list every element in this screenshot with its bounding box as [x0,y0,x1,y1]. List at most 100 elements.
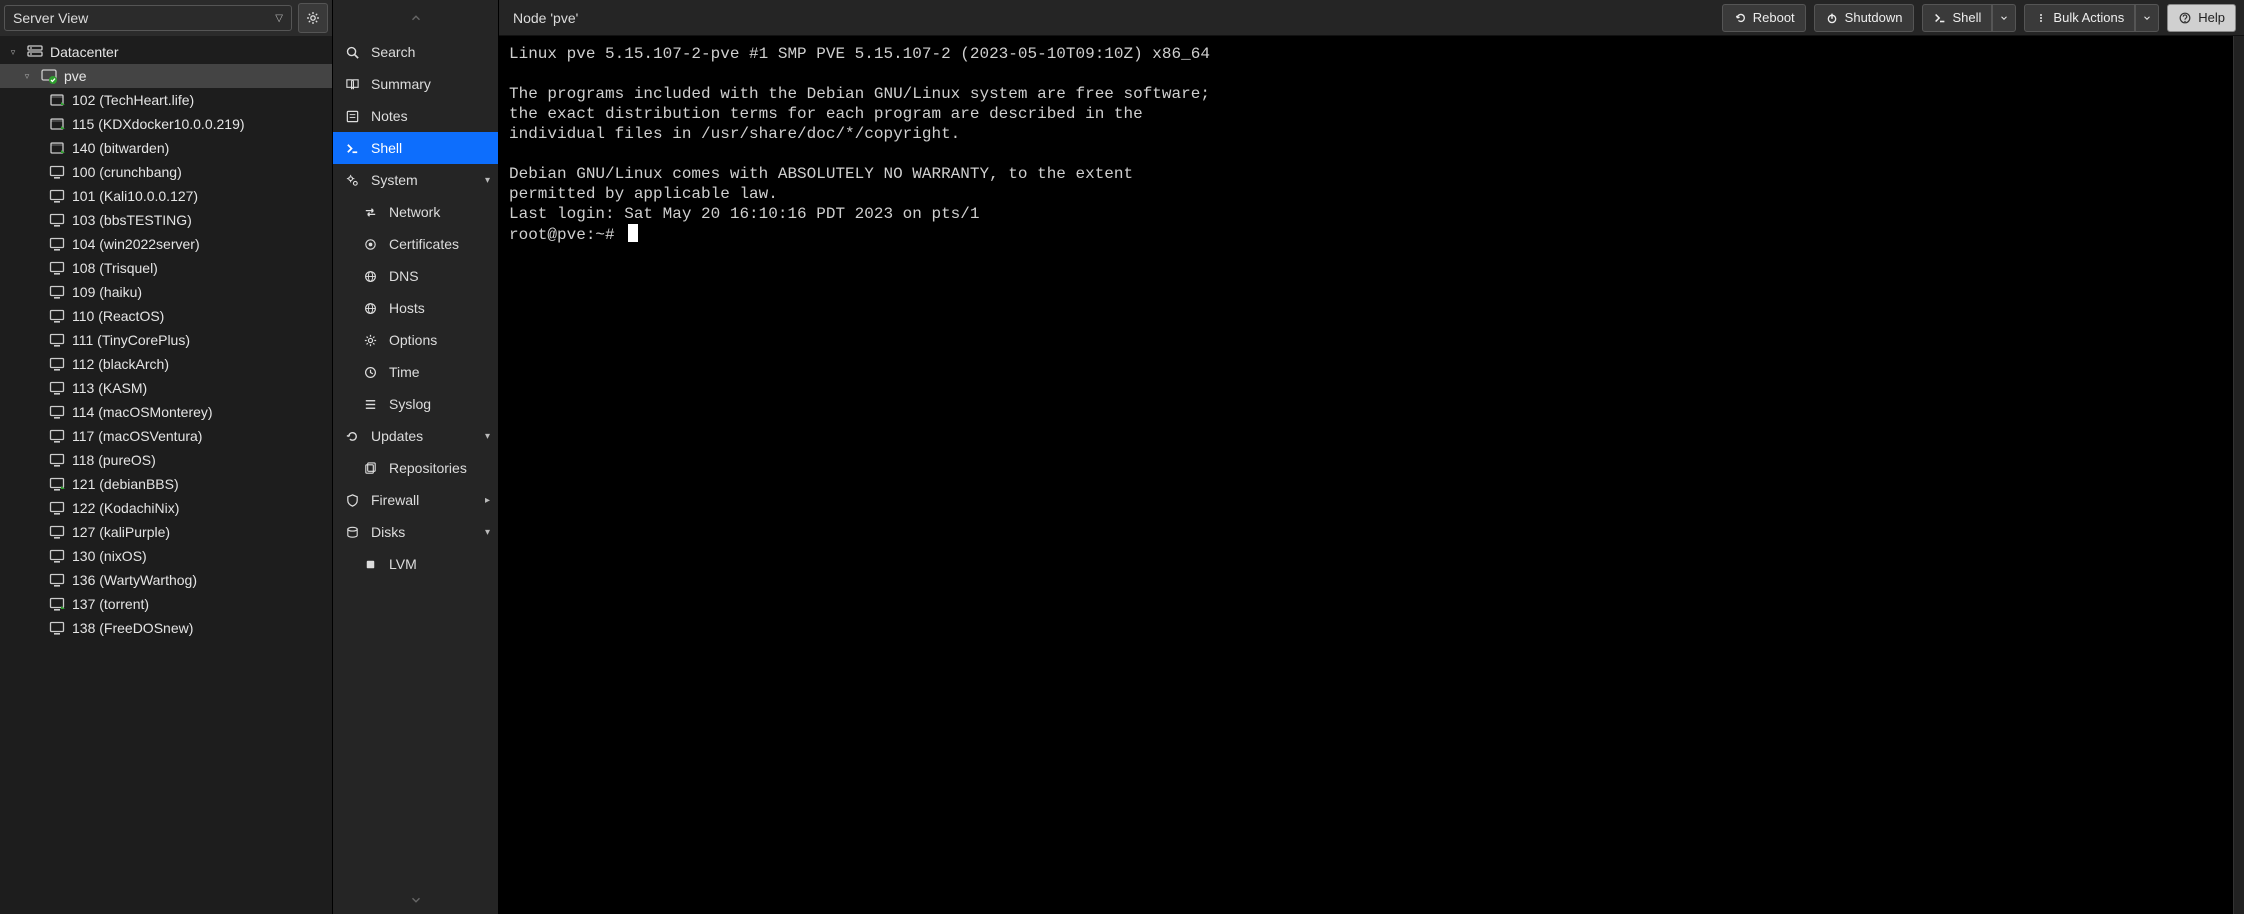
menu-item-updates[interactable]: Updates▾ [333,420,498,452]
tree-label: 118 (pureOS) [72,452,156,468]
menu-collapse-up[interactable] [333,0,498,36]
menu-item-label: Disks [371,524,405,540]
help-button[interactable]: Help [2167,4,2236,32]
shell-button-group: Shell [1922,4,2017,32]
tree-label: 122 (KodachiNix) [72,500,179,516]
shell-dropdown[interactable] [1992,4,2016,32]
menu-item-search[interactable]: Search [333,36,498,68]
chevron-right-icon: ▸ [485,495,490,506]
menu-item-lvm[interactable]: LVM [333,548,498,580]
tree-guest[interactable]: 102 (TechHeart.life) [0,88,332,112]
sidebar-header: Server View ▽ [0,0,332,36]
tree-guest[interactable]: 118 (pureOS) [0,448,332,472]
menu-item-notes[interactable]: Notes [333,100,498,132]
menu-item-shell[interactable]: Shell [333,132,498,164]
view-selector[interactable]: Server View ▽ [4,5,292,31]
tree-guest[interactable]: 104 (win2022server) [0,232,332,256]
menu-collapse-down[interactable] [333,886,498,914]
gears-icon [343,173,361,188]
tree-label: 121 (debianBBS) [72,476,179,492]
tree-guest[interactable]: 115 (KDXdocker10.0.0.219) [0,112,332,136]
list-icon [361,397,379,412]
shell-button[interactable]: Shell [1922,4,1993,32]
chevron-down-icon: ▾ [485,175,490,186]
vm-stopped-icon [48,499,66,517]
menu-item-label: Shell [371,140,402,156]
tree-guest[interactable]: 140 (bitwarden) [0,136,332,160]
menu-item-disks[interactable]: Disks▾ [333,516,498,548]
clock-icon [361,365,379,380]
content-panel: Node 'pve' Reboot Shutdown Shell [499,0,2244,914]
tree-label: pve [64,68,87,84]
vm-running-icon [48,475,66,493]
bulk-actions-dropdown[interactable] [2135,4,2159,32]
vm-stopped-icon [48,355,66,373]
tree-guest[interactable]: 117 (macOSVentura) [0,424,332,448]
help-icon [2178,11,2192,25]
menu-item-dns[interactable]: DNS [333,260,498,292]
tree-guest[interactable]: 101 (Kali10.0.0.127) [0,184,332,208]
tree-guest[interactable]: 103 (bbsTESTING) [0,208,332,232]
tree-guest[interactable]: 114 (macOSMonterey) [0,400,332,424]
resource-tree-panel: Server View ▽ ▿ Datacenter ▿ pve 102 (Te… [0,0,333,914]
menu-item-label: Network [389,204,440,220]
menu-item-time[interactable]: Time [333,356,498,388]
shell-icon [343,141,361,156]
tree-guest[interactable]: 108 (Trisquel) [0,256,332,280]
tree-label: 137 (torrent) [72,596,149,612]
tree-guest[interactable]: 100 (crunchbang) [0,160,332,184]
tree-node-pve[interactable]: ▿ pve [0,64,332,88]
menu-item-certificates[interactable]: Certificates [333,228,498,260]
menu-item-repositories[interactable]: Repositories [333,452,498,484]
refresh-icon [343,429,361,444]
tree-label: 108 (Trisquel) [72,260,158,276]
tree-guest[interactable]: 122 (KodachiNix) [0,496,332,520]
tree-label: 104 (win2022server) [72,236,200,252]
terminal-cursor [628,224,638,242]
tree-label: 101 (Kali10.0.0.127) [72,188,198,204]
tree-guest[interactable]: 138 (FreeDOSnew) [0,616,332,640]
button-label: Reboot [1753,10,1795,25]
tree-label: 100 (crunchbang) [72,164,182,180]
tree-guest[interactable]: 130 (nixOS) [0,544,332,568]
tree-label: 112 (blackArch) [72,356,169,372]
shell-prompt: root@pve:~# [509,226,624,244]
tree-guest[interactable]: 121 (debianBBS) [0,472,332,496]
menu-item-network[interactable]: Network [333,196,498,228]
tree-guest[interactable]: 137 (torrent) [0,592,332,616]
swap-icon [361,205,379,220]
menu-item-options[interactable]: Options [333,324,498,356]
menu-item-summary[interactable]: Summary [333,68,498,100]
tree-label: 110 (ReactOS) [72,308,164,324]
tree-label: 140 (bitwarden) [72,140,169,156]
menu-item-label: Repositories [389,460,467,476]
square-icon [361,557,379,572]
menu-item-syslog[interactable]: Syslog [333,388,498,420]
tree-guest[interactable]: 109 (haiku) [0,280,332,304]
shell-terminal[interactable]: Linux pve 5.15.107-2-pve #1 SMP PVE 5.15… [499,36,2234,914]
tree-settings-button[interactable] [298,3,328,33]
tree-guest[interactable]: 110 (ReactOS) [0,304,332,328]
tree-guest[interactable]: 112 (blackArch) [0,352,332,376]
menu-item-label: Summary [371,76,431,92]
tree-guest[interactable]: 111 (TinyCorePlus) [0,328,332,352]
bulk-actions-button-group: Bulk Actions [2024,4,2159,32]
bulk-actions-button[interactable]: Bulk Actions [2024,4,2135,32]
menu-item-hosts[interactable]: Hosts [333,292,498,324]
files-icon [361,461,379,476]
expand-toggle-icon[interactable]: ▿ [6,47,20,58]
tree-guest[interactable]: 113 (KASM) [0,376,332,400]
container-running-icon [48,139,66,157]
tree-label: Datacenter [50,44,118,60]
expand-toggle-icon[interactable]: ▿ [20,71,34,82]
tree-guest[interactable]: 136 (WartyWarthog) [0,568,332,592]
menu-item-firewall[interactable]: Firewall▸ [333,484,498,516]
tree-guest[interactable]: 127 (kaliPurple) [0,520,332,544]
chevron-up-icon [409,11,423,25]
tree-datacenter[interactable]: ▿ Datacenter [0,40,332,64]
tree-label: 130 (nixOS) [72,548,147,564]
menu-item-system[interactable]: System▾ [333,164,498,196]
reboot-button[interactable]: Reboot [1722,4,1806,32]
shutdown-button[interactable]: Shutdown [1814,4,1914,32]
gear-icon [361,333,379,348]
